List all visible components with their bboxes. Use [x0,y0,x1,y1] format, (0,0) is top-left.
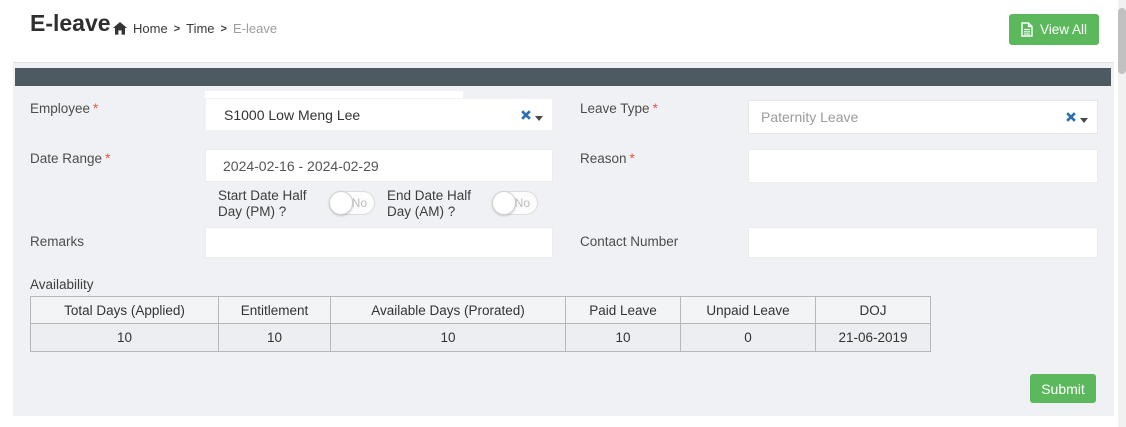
leave-type-selected-value: Paternity Leave [761,109,858,125]
cell-available-days: 10 [331,324,566,352]
breadcrumb-time[interactable]: Time [186,21,214,36]
panel-header-bar [15,68,1111,86]
breadcrumb-current: E-leave [233,21,277,36]
breadcrumb-separator: > [221,23,227,35]
contact-number-label: Contact Number [580,234,678,249]
col-paid-leave: Paid Leave [566,297,681,324]
date-range-label: Date Range* [30,151,110,166]
employee-label: Employee* [30,101,98,116]
toggle-knob [492,191,516,215]
cell-total-days: 10 [31,324,219,352]
breadcrumb-separator: > [174,23,180,35]
availability-data-row: 10 10 10 10 0 21-06-2019 [31,324,931,352]
end-half-day-toggle[interactable]: No [492,191,538,215]
cell-doj: 21-06-2019 [816,324,931,352]
availability-table: Total Days (Applied) Entitlement Availab… [30,296,931,352]
remarks-label: Remarks [30,234,84,249]
col-available-days: Available Days (Prorated) [331,297,566,324]
scrollbar-thumb[interactable] [1118,8,1126,74]
col-entitlement: Entitlement [219,297,331,324]
employee-select[interactable]: S1000 Low Meng Lee [205,98,553,131]
clear-x-icon[interactable] [1065,111,1077,123]
required-asterisk: * [630,151,635,166]
toggle-state: No [352,196,367,210]
breadcrumb-home[interactable]: Home [133,21,168,36]
availability-header-row: Total Days (Applied) Entitlement Availab… [31,297,931,324]
clear-x-icon[interactable] [520,109,532,121]
document-icon [1021,22,1033,37]
leave-type-select[interactable]: Paternity Leave [748,100,1098,134]
col-total-days: Total Days (Applied) [31,297,219,324]
e-leave-page: E-leave Home > Time > E-leave View All E… [0,0,1126,427]
end-half-day-label: End Date Half Day (AM) ? [387,188,497,220]
home-icon [113,22,127,35]
breadcrumb: Home > Time > E-leave [113,21,277,36]
page-title: E-leave [30,10,111,37]
required-asterisk: * [653,101,658,116]
contact-number-input[interactable] [748,227,1098,258]
start-half-day-label: Start Date Half Day (PM) ? [218,188,330,220]
cell-paid-leave: 10 [566,324,681,352]
dropdown-caret-icon[interactable] [1080,118,1088,123]
required-asterisk: * [93,101,98,116]
view-all-label: View All [1040,22,1087,37]
start-half-day-toggle[interactable]: No [329,191,375,215]
col-unpaid-leave: Unpaid Leave [681,297,816,324]
toggle-knob [329,191,353,215]
availability-label: Availability [30,277,94,292]
dropdown-caret-icon[interactable] [535,116,543,121]
toggle-state: No [515,196,530,210]
cell-unpaid-leave: 0 [681,324,816,352]
remarks-input[interactable] [205,227,553,258]
cell-entitlement: 10 [219,324,331,352]
view-all-button[interactable]: View All [1009,14,1099,45]
required-asterisk: * [105,151,110,166]
leave-type-label: Leave Type* [580,101,658,116]
scrollbar[interactable] [1118,0,1126,427]
reason-input[interactable] [748,149,1098,183]
date-range-input[interactable] [205,149,553,182]
reason-label: Reason* [580,151,635,166]
col-doj: DOJ [816,297,931,324]
employee-selected-value: S1000 Low Meng Lee [224,107,360,123]
submit-button[interactable]: Submit [1030,374,1096,403]
